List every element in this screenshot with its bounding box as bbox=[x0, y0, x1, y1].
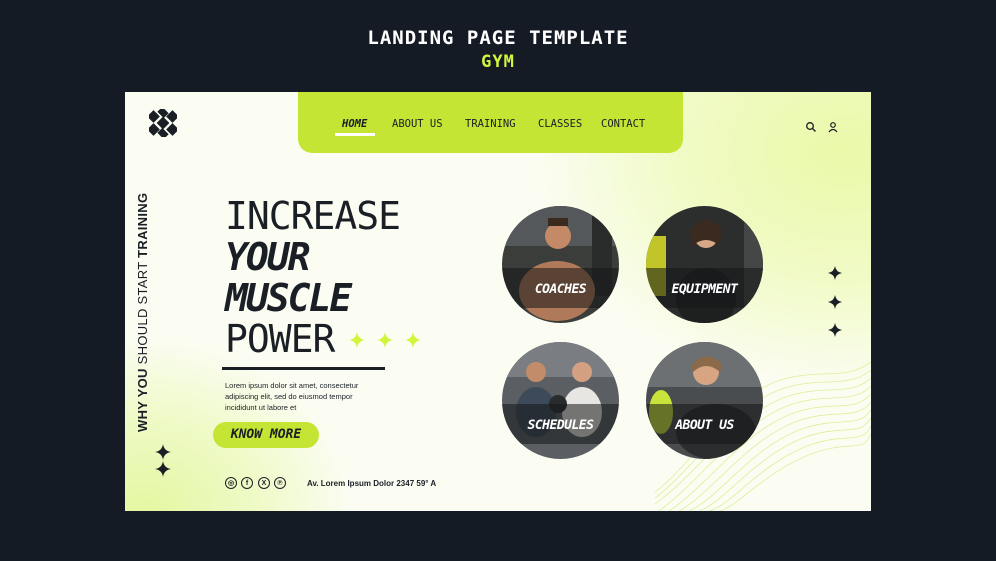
know-more-button[interactable]: KNOW MORE bbox=[213, 422, 319, 448]
landing-page-mockup: HOME ABOUT US TRAINING CLASSES CONTACT W… bbox=[125, 92, 871, 511]
sparkle-row-icon bbox=[349, 332, 421, 348]
user-icon[interactable] bbox=[827, 121, 839, 133]
nav-training[interactable]: TRAINING bbox=[465, 118, 516, 130]
nav-active-underline bbox=[335, 133, 375, 136]
nav-classes[interactable]: CLASSES bbox=[538, 118, 582, 130]
headline-line-2: YOUR bbox=[225, 235, 311, 279]
nav-contact[interactable]: CONTACT bbox=[601, 118, 645, 130]
facebook-icon[interactable]: f bbox=[241, 477, 253, 489]
card-label-about-us: ABOUT US bbox=[675, 418, 734, 433]
hero-description: Lorem ipsum dolor sit amet, consectetur … bbox=[225, 381, 359, 412]
pinterest-icon[interactable]: ℗ bbox=[274, 477, 286, 489]
page-subheading: GYM bbox=[481, 52, 515, 72]
card-equipment[interactable]: EQUIPMENT bbox=[646, 206, 763, 323]
side-tagline-lead: WHY YOU bbox=[135, 368, 150, 432]
card-label-coaches: COACHES bbox=[534, 282, 587, 297]
gym-logo-icon[interactable] bbox=[149, 109, 177, 137]
card-schedules[interactable]: SCHEDULES bbox=[502, 342, 619, 459]
sparkle-icon bbox=[155, 444, 171, 477]
card-coaches[interactable]: COACHES bbox=[502, 206, 619, 323]
side-tagline-rest: SHOULD START bbox=[135, 257, 150, 369]
headline-line-3: MUSCLE bbox=[225, 276, 352, 320]
search-icon[interactable] bbox=[805, 121, 817, 133]
side-tagline: WHY YOU SHOULD START TRAINING bbox=[135, 192, 155, 432]
address-text: Av. Lorem Ipsum Dolor 2347 59° A bbox=[307, 479, 437, 488]
nav-about-us[interactable]: ABOUT US bbox=[392, 118, 443, 130]
sparkle-column-icon bbox=[828, 266, 842, 337]
nav-home[interactable]: HOME bbox=[342, 118, 367, 130]
headline-line-1: INCREASE bbox=[225, 194, 401, 238]
instagram-icon[interactable]: ◎ bbox=[225, 477, 237, 489]
card-label-schedules: SCHEDULES bbox=[527, 418, 594, 433]
page-heading: LANDING PAGE TEMPLATE bbox=[367, 27, 629, 49]
card-about-us[interactable]: ABOUT US bbox=[646, 342, 763, 459]
top-navigation: HOME ABOUT US TRAINING CLASSES CONTACT bbox=[298, 92, 683, 153]
x-icon[interactable]: X bbox=[258, 477, 270, 489]
side-tagline-bold: TRAINING bbox=[135, 192, 150, 258]
card-label-equipment: EQUIPMENT bbox=[671, 282, 738, 297]
headline-divider bbox=[222, 367, 385, 370]
